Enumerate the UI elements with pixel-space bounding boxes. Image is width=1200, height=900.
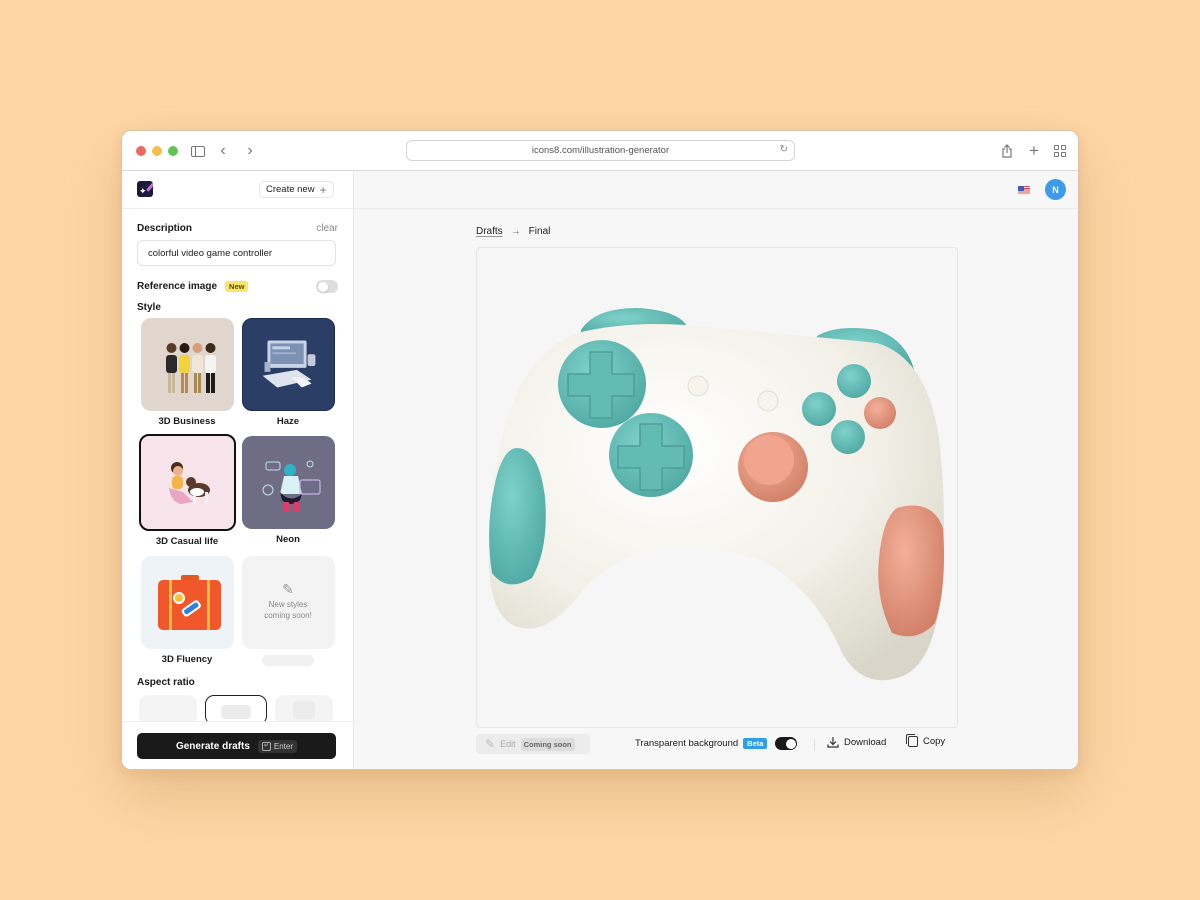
copy-icon [906,734,918,747]
description-value: colorful video game controller [148,247,273,259]
close-window-button[interactable] [136,146,146,156]
chevron-left-icon[interactable]: ‹ [213,141,233,161]
style-card-3d-business[interactable]: 3D Business [139,318,235,436]
style-card-3d-fluency[interactable]: 3D Fluency [139,556,235,674]
divider [814,738,815,751]
sidebar-header: ✦ Create new + [122,171,353,209]
edit-button: ✎ Edit Coming soon [476,734,590,754]
breadcrumb: Drafts → Final [476,226,550,237]
description-input[interactable]: colorful video game controller [137,240,336,266]
controller-body [488,324,944,681]
download-button[interactable]: Download [827,736,886,748]
tab-overview-icon[interactable] [1050,141,1070,161]
transparent-background-label: Transparent background [635,738,739,749]
window-controls [136,146,178,156]
enter-key-icon: ↵ [261,741,271,751]
coming-soon-badge: Coming soon [520,737,575,751]
user-avatar[interactable]: N [1045,179,1066,200]
style-grid: 3D Business Haze 3D Casual life Neon 3D … [137,318,338,674]
reload-icon[interactable]: ↻ [780,144,788,155]
style-thumbnail [241,318,335,411]
style-name: Haze [276,416,300,427]
game-controller-illustration [488,308,944,681]
transparent-background-toggle[interactable] [775,737,798,750]
style-name: 3D Business [158,416,216,427]
minimize-window-button[interactable] [152,146,162,156]
style-card-coming-soon: ✎ New styles coming soon! [240,556,336,674]
main-area: N Drafts → Final ✎ Edit Coming soon Tran… [354,171,1078,769]
app-logo-icon[interactable]: ✦ [137,181,153,197]
coming-soon-placeholder: ✎ New styles coming soon! [241,556,335,649]
share-icon[interactable] [997,141,1017,161]
download-label: Download [844,736,887,748]
face-button-bottom [831,420,865,454]
browser-titlebar: ‹ › icons8.com/illustration-generator ↻ … [122,131,1078,171]
pencil-icon: ✎ [485,737,496,751]
description-label: Description [137,223,193,234]
sidebar-footer: Generate drafts ↵ Enter [122,721,353,769]
breadcrumb-final: Final [528,226,551,237]
edit-label: Edit [500,739,516,749]
style-name: 3D Fluency [161,654,213,665]
select-button [687,375,709,397]
create-new-button[interactable]: Create new + [259,181,334,198]
url-text: icons8.com/illustration-generator [531,145,670,156]
breadcrumb-drafts[interactable]: Drafts [476,226,503,237]
download-icon [827,737,839,748]
plus-icon: + [319,182,327,197]
right-thumbstick-cap [744,435,794,485]
generate-drafts-button[interactable]: Generate drafts ↵ Enter [137,733,336,759]
us-flag-icon[interactable] [1018,186,1030,194]
style-card-haze[interactable]: Haze [240,318,336,436]
arrow-right-icon: → [510,226,521,237]
chevron-right-icon[interactable]: › [240,141,260,161]
coming-soon-text: New styles coming soon! [264,600,312,620]
beta-badge: Beta [743,738,768,749]
clear-description-button[interactable]: clear [316,223,338,234]
generate-label: Generate drafts [175,740,250,752]
face-button-right [864,397,896,429]
copy-button[interactable]: Copy [906,734,946,747]
address-bar[interactable]: icons8.com/illustration-generator ↻ [406,140,795,161]
face-button-top [837,364,871,398]
right-grip [878,505,944,637]
start-button [757,390,779,412]
style-label: Style [137,302,161,313]
face-button-left [802,392,836,426]
enter-shortcut-label: Enter [273,741,294,751]
new-badge: New [225,281,249,292]
skeleton-label [262,655,314,666]
main-header: N [354,171,1078,209]
plus-icon[interactable]: + [1024,141,1044,161]
transparent-background-control: Transparent background Beta [635,737,798,750]
create-new-label: Create new [266,184,315,195]
browser-window: ‹ › icons8.com/illustration-generator ↻ … [121,130,1079,770]
style-name: 3D Casual life [155,536,219,547]
style-card-3d-casual-life[interactable]: 3D Casual life [138,434,236,556]
style-thumbnail [241,436,335,529]
style-thumbnail [138,434,236,531]
aspect-ratio-label: Aspect ratio [137,677,195,688]
sidebar-toggle-icon[interactable] [188,141,208,161]
reference-image-label: Reference image [137,281,218,292]
style-card-neon[interactable]: Neon [240,436,336,556]
image-actions-bar: ✎ Edit Coming soon Transparent backgroun… [476,734,958,754]
generator-sidebar: ✦ Create new + Description clear colorfu… [122,171,354,769]
copy-label: Copy [923,736,946,747]
style-thumbnail [140,556,234,649]
maximize-window-button[interactable] [168,146,178,156]
style-name: Neon [276,534,300,545]
reference-image-toggle[interactable] [316,280,338,293]
style-thumbnail [140,318,234,411]
enter-shortcut-hint: ↵ Enter [257,739,298,753]
tools-icon: ✎ [282,581,294,597]
generated-image-canvas [476,247,958,728]
